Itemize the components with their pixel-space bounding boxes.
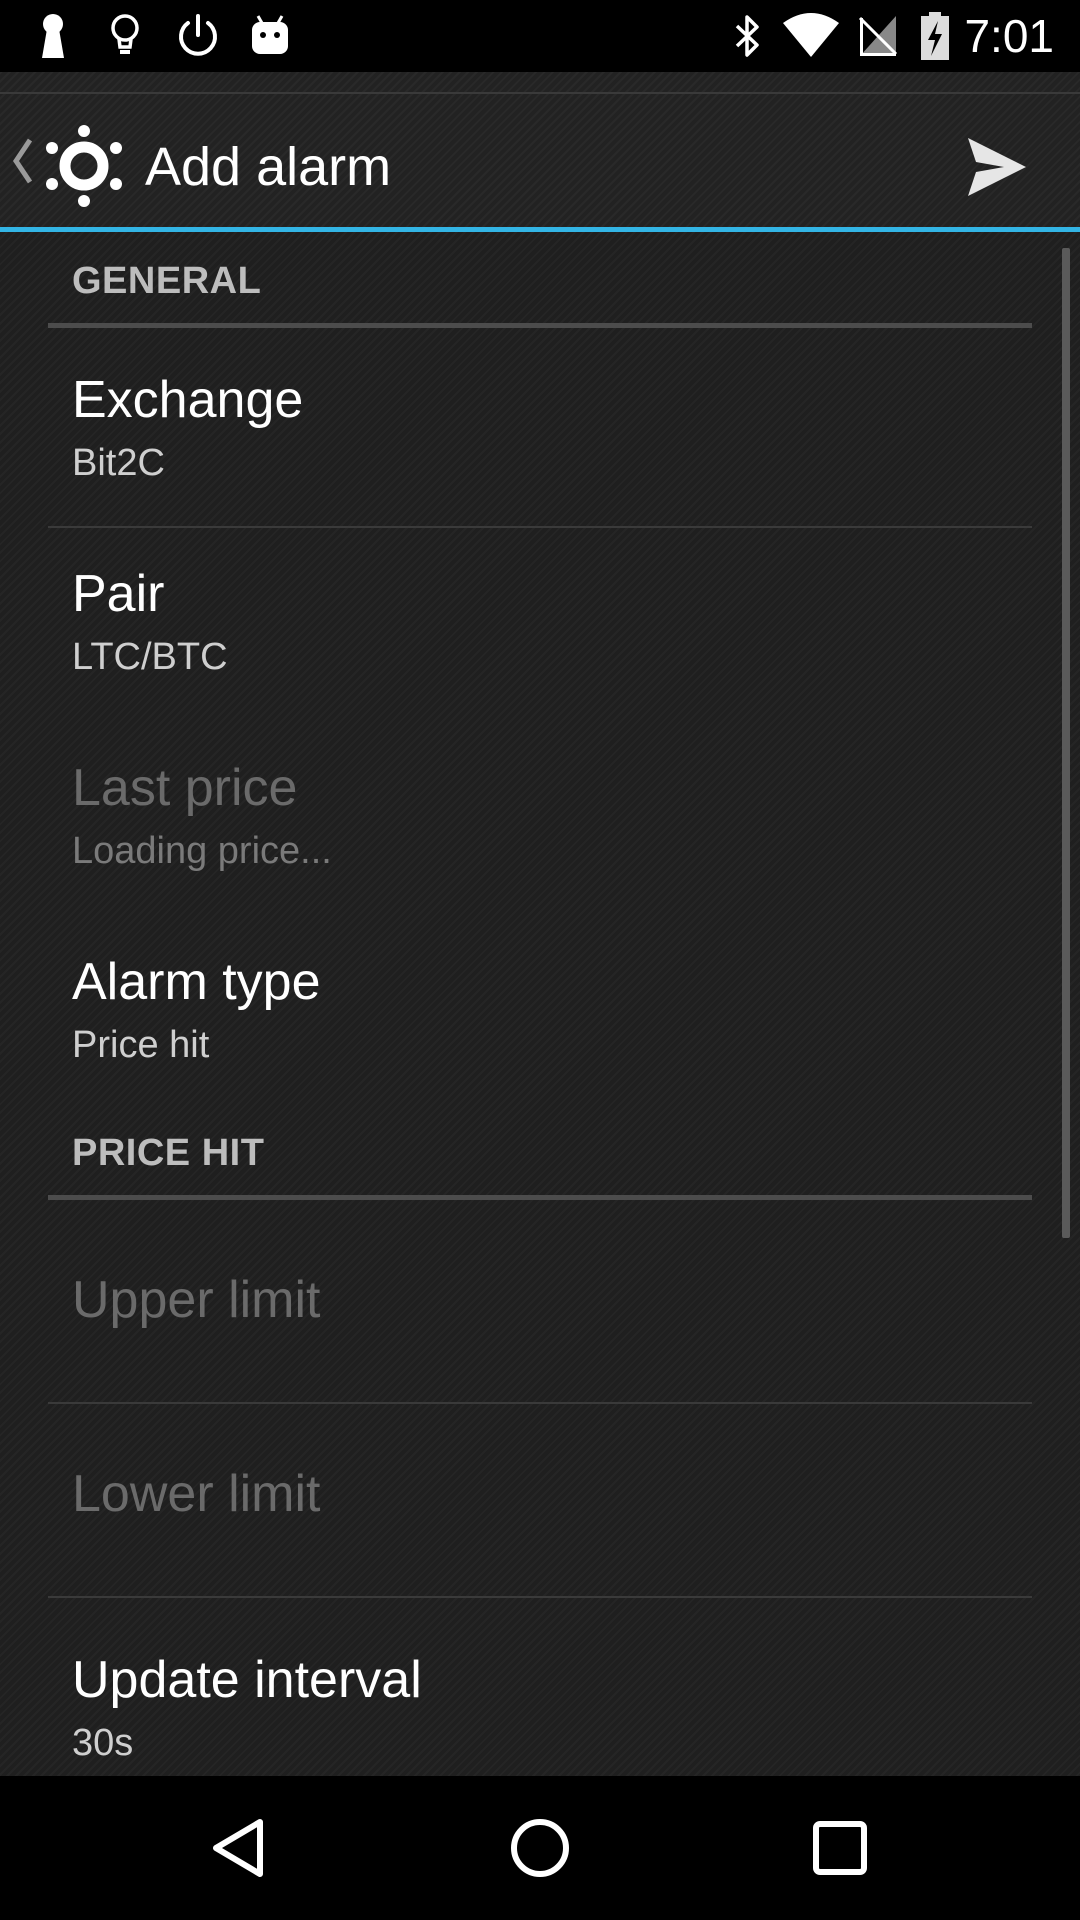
pref-summary: Bit2C (72, 442, 165, 484)
section-header-price-hit: PRICE HIT (48, 1104, 1032, 1200)
pref-title: Alarm type (72, 953, 321, 1011)
screen: 7:01 Add alarm GENERAL Exchange Bit2C Pa… (0, 0, 1080, 1920)
page-title: Add alarm (145, 137, 392, 197)
pref-title: Upper limit (72, 1271, 321, 1329)
pref-title: Last price (72, 759, 298, 817)
nav-home-icon (511, 1819, 569, 1877)
pref-title: Pair (72, 565, 165, 623)
pref-title: Lower limit (72, 1465, 321, 1523)
chevron-left-icon (12, 138, 33, 184)
app-logo-icon (46, 125, 122, 207)
action-bar-top-divider (0, 92, 1080, 94)
section-header-label: PRICE HIT (72, 1132, 265, 1174)
pref-exchange[interactable]: Exchange Bit2C (0, 332, 1080, 526)
pref-alarm-type[interactable]: Alarm type Price hit (0, 914, 1080, 1108)
battery-charging-icon (920, 12, 950, 60)
lightbulb-icon (108, 12, 142, 60)
pref-lower-limit: Lower limit (0, 1426, 1080, 1620)
action-bar: Add alarm (0, 72, 1080, 232)
nav-back-button[interactable] (192, 1800, 288, 1896)
section-header-divider (48, 323, 1032, 328)
section-header-divider (48, 1195, 1032, 1200)
nav-home-button[interactable] (492, 1800, 588, 1896)
preferences-list[interactable]: GENERAL Exchange Bit2C Pair LTC/BTC Last… (0, 232, 1080, 1776)
no-signal-icon (858, 12, 898, 60)
pref-summary: Price hit (72, 1024, 210, 1066)
status-time: 7:01 (964, 10, 1054, 62)
pref-title: Exchange (72, 371, 304, 429)
section-header-label: GENERAL (72, 260, 262, 302)
list-divider (48, 1402, 1032, 1404)
nav-back-icon (213, 1819, 263, 1877)
pref-pair[interactable]: Pair LTC/BTC (0, 526, 1080, 720)
pref-summary: Loading price... (72, 830, 332, 872)
nav-recents-button[interactable] (792, 1800, 888, 1896)
pref-summary: LTC/BTC (72, 636, 228, 678)
section-header-general: GENERAL (48, 232, 1032, 328)
wifi-icon (782, 12, 840, 60)
bluetooth-icon (730, 12, 764, 60)
status-bar: 7:01 (0, 0, 1080, 72)
send-icon[interactable] (964, 134, 1030, 200)
pref-title: Update interval (72, 1651, 422, 1709)
pref-last-price: Last price Loading price... (0, 720, 1080, 914)
list-divider (48, 1596, 1032, 1598)
keyhole-icon (36, 12, 70, 60)
power-icon (176, 12, 220, 60)
scrollbar[interactable] (1062, 248, 1070, 1238)
nav-recents-icon (813, 1821, 867, 1875)
navigation-bar (0, 1776, 1080, 1920)
pref-summary: 30s (72, 1722, 134, 1764)
pref-upper-limit: Upper limit (0, 1232, 1080, 1426)
pref-update-interval[interactable]: Update interval 30s (0, 1606, 1080, 1776)
android-robot-icon (250, 12, 290, 60)
